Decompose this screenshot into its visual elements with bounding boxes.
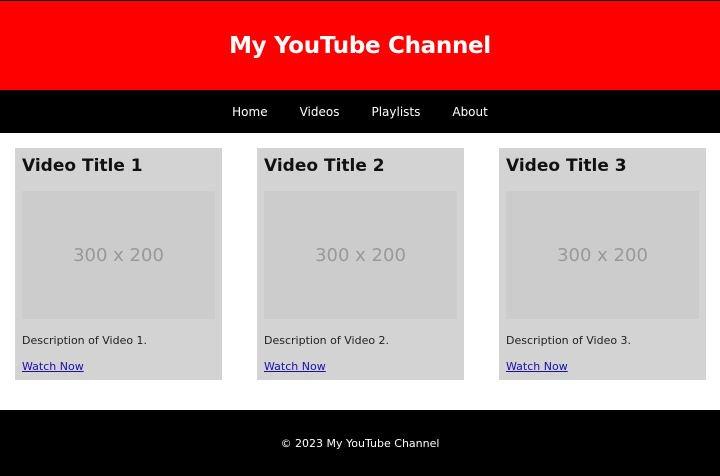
video-card-3: Video Title 3 300 x 200 Description of V… xyxy=(499,148,706,380)
video-thumbnail[interactable]: 300 x 200 xyxy=(264,191,457,319)
watch-now-link[interactable]: Watch Now xyxy=(22,360,84,373)
footer-copyright: © 2023 My YouTube Channel xyxy=(280,436,440,450)
nav-item-videos[interactable]: Videos xyxy=(300,105,340,119)
site-footer: © 2023 My YouTube Channel xyxy=(0,410,720,476)
video-description: Description of Video 3. xyxy=(506,334,632,347)
nav-item-about[interactable]: About xyxy=(452,105,487,119)
watch-now-link[interactable]: Watch Now xyxy=(506,360,568,373)
page-title: My YouTube Channel xyxy=(229,32,491,59)
site-header: My YouTube Channel xyxy=(0,0,720,90)
nav-item-playlists[interactable]: Playlists xyxy=(371,105,420,119)
video-title: Video Title 3 xyxy=(506,156,627,176)
video-description: Description of Video 1. xyxy=(22,334,148,347)
video-thumbnail[interactable]: 300 x 200 xyxy=(506,191,699,319)
video-title: Video Title 2 xyxy=(264,156,385,176)
video-title: Video Title 1 xyxy=(22,156,143,176)
nav-item-home[interactable]: Home xyxy=(232,105,267,119)
video-description: Description of Video 2. xyxy=(264,334,390,347)
video-thumbnail[interactable]: 300 x 200 xyxy=(22,191,215,319)
video-card-1: Video Title 1 300 x 200 Description of V… xyxy=(15,148,222,380)
video-card-2: Video Title 2 300 x 200 Description of V… xyxy=(257,148,464,380)
watch-now-link[interactable]: Watch Now xyxy=(264,360,326,373)
main-nav: Home Videos Playlists About xyxy=(0,90,720,133)
